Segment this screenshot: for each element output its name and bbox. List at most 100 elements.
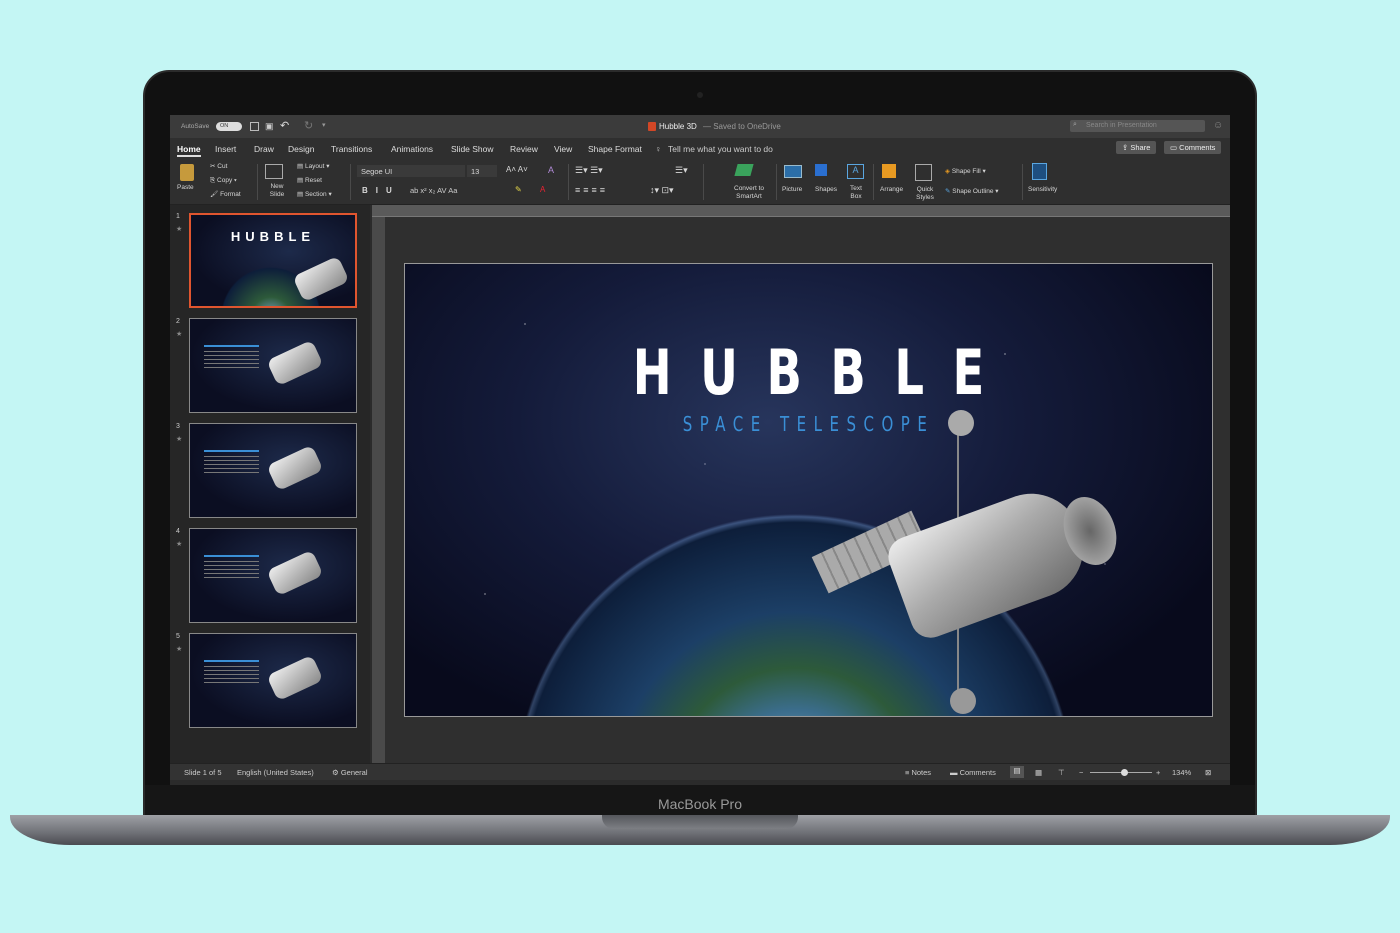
separator [776,164,777,200]
slide-thumbnails-panel[interactable]: 1 ★ HUBBLE 2 ★ 3 ★ 4 ★ 5 ★ [170,205,370,763]
shapes-icon[interactable] [815,164,827,176]
shapes-button[interactable]: Shapes [815,186,837,194]
bullets-icon[interactable]: ☰▾ ☰▾ [575,165,603,176]
smiley-feedback-icon[interactable]: ☺ [1213,120,1223,131]
smartart-icon[interactable] [734,164,754,176]
sensitivity-status[interactable]: ⚙ General [332,768,368,777]
tab-insert[interactable]: Insert [215,144,236,154]
convert-smartart-button[interactable]: Convert to SmartArt [725,185,773,201]
reset-label: Reset [304,177,322,184]
slide-thumbnail[interactable] [189,633,357,728]
powerpoint-window: AutoSave ON ▣ ↶ ↻ ▾ Hubble 3D — Saved to… [170,115,1230,785]
picture-icon[interactable] [784,165,802,178]
tab-review[interactable]: Review [510,144,538,154]
format-label: Format [220,191,241,198]
slide-title[interactable]: HUBBLE [506,336,1111,409]
text-effects-icons[interactable]: ab x² x₂ AV Aa [410,186,457,195]
font-size-select[interactable]: 13 [467,165,497,177]
font-name-select[interactable]: Segoe UI [357,165,465,177]
tab-slide-show[interactable]: Slide Show [451,144,494,154]
sidebar-icon[interactable] [250,122,259,131]
zoom-slider-thumb[interactable] [1121,769,1129,776]
tab-animations[interactable]: Animations [391,144,433,154]
search-icon: ⌕ [1073,121,1077,128]
slide-subtitle[interactable]: SPACE TELESCOPE [506,412,1111,436]
section-label: Section [304,191,327,198]
font-color-icon[interactable]: A [540,185,545,194]
new-slide-icon[interactable] [265,164,283,179]
redo-icon[interactable]: ↻ [304,119,313,132]
zoom-slider[interactable] [1090,769,1152,776]
text-format-buttons[interactable]: BIU [362,186,400,195]
save-status[interactable]: — Saved to OneDrive [703,122,781,131]
search-input[interactable]: ⌕ Search in Presentation [1070,120,1205,132]
arrange-icon[interactable] [882,164,896,178]
tab-design[interactable]: Design [288,144,314,154]
document-title: Hubble 3D [659,122,697,131]
clear-formatting-icon[interactable]: A [548,165,554,175]
grow-font-icon[interactable]: A˄ A˅ [506,165,528,174]
autosave-toggle[interactable]: ON [216,122,242,131]
slide-thumbnail[interactable] [189,423,357,518]
new-slide-button[interactable]: New Slide [266,183,288,199]
tab-shape-format[interactable]: Shape Format [588,144,642,154]
line-spacing-icon[interactable]: ☰▾ [675,165,688,176]
separator [873,164,874,200]
thumbnail-telescope [266,444,324,492]
cut-button[interactable]: ✂ Cut [210,163,227,171]
zoom-level[interactable]: 134% [1172,768,1191,777]
shape-fill-button[interactable]: ◈ Shape Fill ▾ [945,168,986,176]
undo-icon[interactable]: ↶ [280,119,289,132]
text-box-button[interactable]: Text Box [848,185,864,201]
comments-button[interactable]: ▭ Comments [1164,141,1222,154]
format-painter-button[interactable]: 🖌 Format [210,191,241,199]
current-slide[interactable]: HUBBLE SPACE TELESCOPE [404,263,1213,717]
zoom-out-button[interactable]: − [1079,768,1083,777]
tab-view[interactable]: View [554,144,572,154]
section-button[interactable]: ▤ Section ▾ [297,191,332,199]
status-comments-button[interactable]: ▬ Comments [950,768,996,777]
vertical-ruler [372,217,385,763]
picture-button[interactable]: Picture [782,186,802,194]
save-icon[interactable]: ▣ [265,121,274,132]
slide-sorter-button[interactable]: ▦ [1035,768,1042,777]
quick-styles-icon[interactable] [915,164,932,181]
slide-thumbnail[interactable]: HUBBLE [189,213,357,308]
notes-button[interactable]: ≡ Notes [905,768,931,777]
tell-me-input[interactable]: Tell me what you want to do [668,144,773,154]
fit-to-window-icon[interactable]: ⊠ [1205,768,1211,777]
language-status[interactable]: English (United States) [237,768,314,777]
text-box-icon[interactable]: A [847,164,864,179]
reset-button[interactable]: ▤ Reset [297,177,322,185]
slide-thumbnail[interactable] [189,318,357,413]
tab-home[interactable]: Home [177,144,201,157]
paste-icon[interactable] [180,164,194,181]
customize-toolbar-icon[interactable]: ▾ [322,121,326,129]
presenter-view-button[interactable]: ⊤ [1058,768,1065,777]
normal-view-button[interactable]: ▤ [1010,766,1024,778]
shape-fill-label: Shape Fill [951,168,981,175]
tab-transitions[interactable]: Transitions [331,144,372,154]
slide-number: 1 [176,213,180,220]
slide-thumbnail[interactable] [189,528,357,623]
layout-button[interactable]: ▤ Layout ▾ [297,163,330,171]
copy-button[interactable]: ⎘ Copy ▾ [210,177,237,185]
shape-outline-button[interactable]: ✎ Shape Outline ▾ [945,188,999,196]
sensitivity-icon[interactable] [1032,163,1047,180]
alignment-icons[interactable]: ≡≡≡≡ [575,185,608,195]
cut-label: Cut [217,163,228,170]
share-button[interactable]: ⇪ Share [1116,141,1157,154]
slide-number: 4 [176,528,180,535]
highlight-icon[interactable]: ✎ [515,185,522,194]
thumbnail-heading [204,555,259,557]
tab-draw[interactable]: Draw [254,144,274,154]
quick-styles-button[interactable]: Quick Styles [915,186,935,202]
zoom-in-button[interactable]: + [1156,768,1160,777]
sensitivity-button[interactable]: Sensitivity [1028,186,1057,194]
paste-button[interactable]: Paste [177,184,194,192]
text-direction-icon[interactable]: ↕▾ ⊡▾ [650,185,674,196]
thumbnail-text [204,666,259,686]
thumbnail-title: HUBBLE [230,229,316,244]
horizontal-ruler [372,205,1230,217]
arrange-button[interactable]: Arrange [880,186,903,194]
